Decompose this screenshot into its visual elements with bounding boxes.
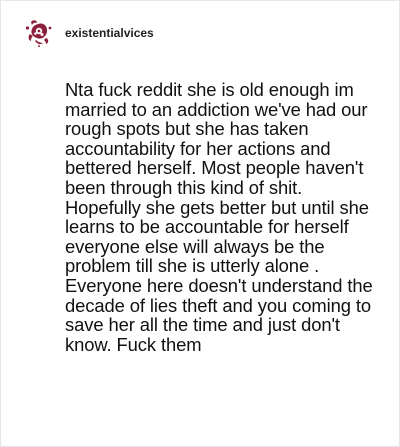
username[interactable]: existentialvices bbox=[65, 26, 154, 40]
post-card: existentialvices Nta fuck reddit she is … bbox=[0, 0, 400, 447]
post-body-text: Nta fuck reddit she is old enough im mar… bbox=[65, 79, 373, 355]
avatar-icon[interactable] bbox=[21, 15, 56, 51]
post-header: existentialvices bbox=[21, 15, 154, 51]
avatar-image bbox=[21, 15, 56, 51]
